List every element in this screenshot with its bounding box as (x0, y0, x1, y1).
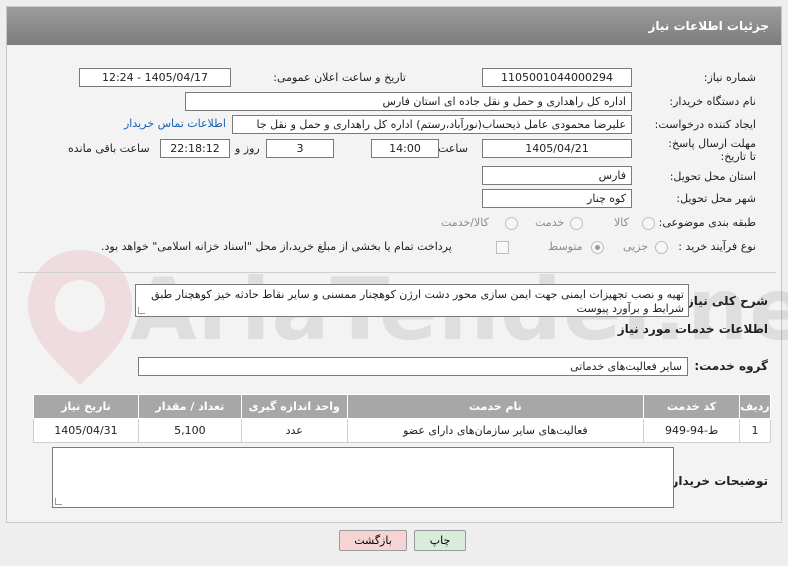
category-label: طبقه بندی موضوعی: (658, 216, 756, 229)
city-field[interactable]: کوه چنار (482, 189, 632, 208)
buyer-notes-label: توضیحات خریدار: (666, 474, 768, 488)
col-name-header: نام خدمت (346, 394, 645, 419)
buyer-contact-link[interactable]: اطلاعات تماس خریدار (124, 117, 226, 130)
category-goods-label: کالا (614, 216, 629, 229)
table-row[interactable]: 1 ط-94-949 فعالیت‌های سایر سازمان‌های دا… (33, 418, 771, 443)
description-textarea[interactable]: تهیه و نصب تجهیزات ایمنی جهت ایمن سازی م… (135, 284, 689, 317)
treasury-payment-note: پرداخت تمام یا بخشی از مبلغ خرید،از محل … (101, 240, 452, 253)
creator-label: ایجاد کننده درخواست: (654, 118, 756, 131)
days-label: روز و (235, 142, 260, 155)
need-number-field[interactable]: 1105001044000294 (482, 68, 632, 87)
category-goods-radio[interactable] (642, 217, 655, 230)
category-goods-service-radio[interactable] (505, 217, 518, 230)
cell-code: ط-94-949 (643, 418, 741, 443)
days-field[interactable]: 3 (266, 139, 334, 158)
city-label: شهر محل تحویل: (676, 192, 756, 205)
description-label: شرح کلی نیاز: (682, 294, 768, 308)
deadline-date-field[interactable]: 1405/04/21 (482, 139, 632, 158)
remaining-time-field[interactable]: 22:18:12 (160, 139, 230, 158)
col-date-header: تاریخ نیاز (33, 394, 139, 419)
deadline-time-field[interactable]: 14:00 (371, 139, 439, 158)
service-group-label: گروه خدمت: (694, 359, 768, 373)
resize-grip-icon[interactable] (138, 307, 145, 314)
treasury-payment-checkbox[interactable] (496, 241, 509, 254)
deadline-label: مهلت ارسال پاسخ: تا تاریخ: (668, 137, 756, 163)
resize-grip-icon[interactable] (55, 498, 62, 505)
col-row-header: ردیف (739, 394, 771, 419)
back-button[interactable]: بازگشت (339, 530, 407, 551)
announce-date-field[interactable]: 1405/04/17 - 12:24 (79, 68, 231, 87)
creator-field[interactable]: علیرضا محمودی عامل ذیحساب(نورآباد،رستم) … (232, 115, 632, 134)
category-service-label: خدمت (535, 216, 565, 229)
panel-title: جزئیات اطلاعات نیاز (7, 7, 781, 45)
buyer-notes-textarea[interactable] (52, 447, 674, 508)
purchase-minor-label: جزیی (623, 240, 649, 253)
category-goods-service-label: کالا/خدمت (441, 216, 489, 229)
cell-date: 1405/04/31 (33, 418, 139, 443)
cell-unit: عدد (240, 418, 348, 443)
col-quantity-header: تعداد / مقدار (137, 394, 242, 419)
table-header-row: ردیف کد خدمت نام خدمت واحد اندازه گیری ت… (33, 394, 771, 419)
col-unit-header: واحد اندازه گیری (240, 394, 348, 419)
buyer-org-field[interactable]: اداره کل راهداری و حمل و نقل جاده ای است… (185, 92, 632, 111)
section-divider (18, 272, 776, 273)
deadline-time-label: ساعت (438, 142, 468, 155)
col-code-header: کد خدمت (643, 394, 741, 419)
print-button[interactable]: چاپ (414, 530, 466, 551)
purchase-medium-label: متوسط (548, 240, 583, 253)
cell-row: 1 (739, 418, 771, 443)
description-text: تهیه و نصب تجهیزات ایمنی جهت ایمن سازی م… (151, 288, 684, 315)
announce-label: تاریخ و ساعت اعلان عمومی: (273, 71, 406, 84)
buyer-org-label: نام دستگاه خریدار: (669, 95, 756, 108)
purchase-type-label: نوع فرآیند خرید : (678, 240, 756, 253)
cell-name: فعالیت‌های سایر سازمان‌های دارای عضو (346, 418, 645, 443)
purchase-minor-radio[interactable] (655, 241, 668, 254)
province-field[interactable]: فارس (482, 166, 632, 185)
cell-quantity: 5,100 (137, 418, 242, 443)
services-section-title: اطلاعات خدمات مورد نیاز (617, 322, 768, 336)
remaining-label: ساعت باقی مانده (68, 142, 150, 155)
services-table: ردیف کد خدمت نام خدمت واحد اندازه گیری ت… (33, 394, 771, 443)
purchase-medium-radio[interactable] (591, 241, 604, 254)
service-group-field[interactable]: سایر فعالیت‌های خدماتی (138, 357, 688, 376)
province-label: استان محل تحویل: (669, 170, 756, 183)
need-number-label: شماره نیاز: (703, 71, 756, 84)
category-service-radio[interactable] (570, 217, 583, 230)
